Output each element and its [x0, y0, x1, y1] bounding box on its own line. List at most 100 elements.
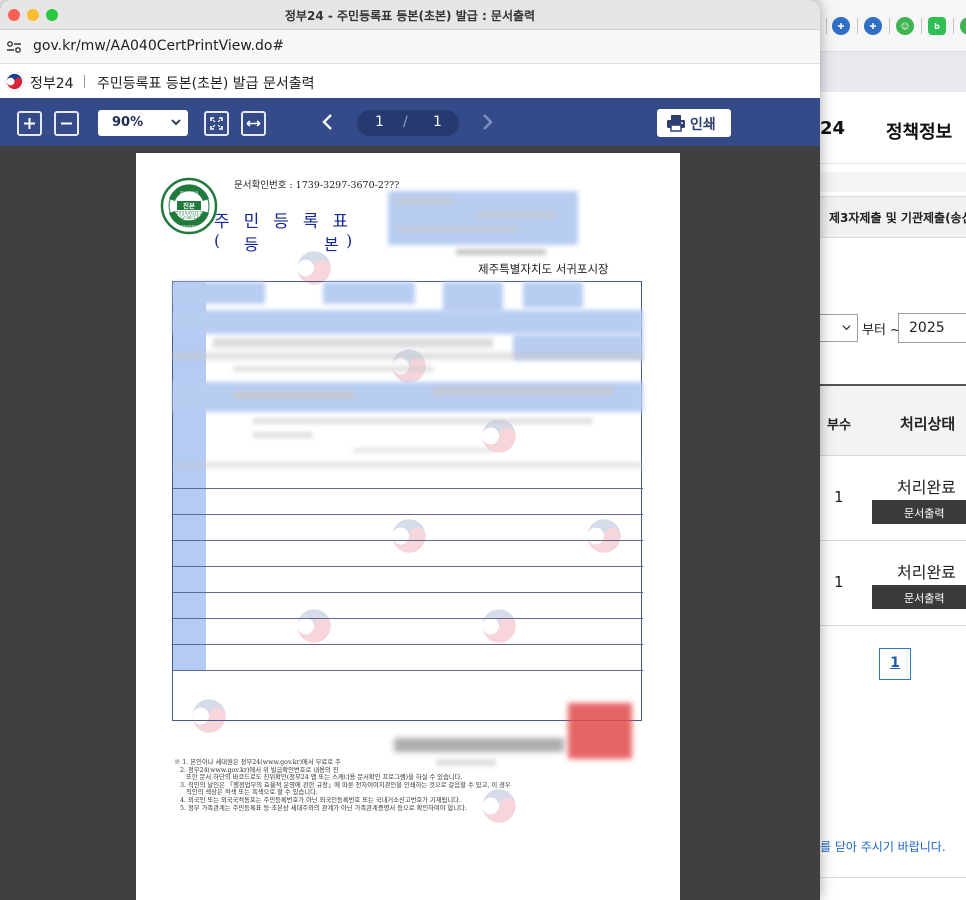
table-left-column	[173, 282, 206, 670]
previous-page-icon[interactable]	[321, 113, 335, 131]
extension-icon[interactable]: ☺	[896, 17, 914, 35]
redacted-area	[233, 366, 433, 372]
extension-icon[interactable]: ✚	[960, 17, 966, 35]
nav-item-policy[interactable]: 정책정보	[886, 118, 952, 144]
header-divider	[84, 75, 85, 88]
redacted-area	[443, 282, 503, 312]
print-document-button[interactable]: 문서출력	[872, 500, 966, 524]
redacted-area	[233, 392, 353, 398]
redacted-area	[456, 249, 546, 255]
redacted-area	[253, 432, 313, 438]
fit-page-button[interactable]	[204, 111, 229, 136]
redacted-area	[398, 227, 518, 231]
window-titlebar[interactable]: 정부24 - 주민등록표 등본(초본) 발급 : 문서출력	[0, 0, 820, 30]
site-name[interactable]: 정부24	[30, 73, 74, 93]
table-rule	[173, 644, 643, 645]
extension-icon[interactable]: ✚	[832, 17, 850, 35]
row-status: 처리완료	[897, 478, 956, 497]
document-confirmation-number: 문서확인번호 : 1739-3297-3670-2???	[234, 180, 400, 191]
table-rule	[173, 566, 643, 567]
redacted-area	[353, 448, 493, 453]
blog-extension-icon[interactable]: b	[928, 17, 946, 35]
background-nav: 24 정책정보	[820, 92, 966, 164]
date-from-select[interactable]	[820, 314, 858, 342]
toolbar-separator	[921, 18, 922, 34]
column-header-status: 처리상태	[900, 415, 956, 433]
print-document-button[interactable]: 문서출력	[872, 585, 966, 609]
zoom-in-button[interactable]	[17, 111, 42, 136]
print-label: 인쇄	[690, 117, 716, 133]
row-status: 처리완료	[897, 563, 956, 582]
registration-table	[172, 281, 643, 721]
page-heading: 주민등록표 등본(초본) 발급 문서출력	[97, 76, 315, 92]
total-page-count: 1	[433, 114, 442, 130]
redacted-area	[173, 352, 643, 360]
table-rule	[173, 514, 643, 515]
minus-icon	[61, 122, 72, 125]
redacted-area	[394, 199, 454, 203]
redacted-area	[213, 338, 493, 348]
site-header: 정부24 주민등록표 등본(초본) 발급 문서출력	[0, 64, 820, 98]
document-issuer: 제주특별자치도 서귀포시장	[478, 262, 609, 276]
notice-text: 를 닫아 주시기 바랍니다.	[820, 840, 946, 854]
official-seal-icon	[568, 703, 632, 759]
table-header: 부수 처리상태	[820, 384, 966, 456]
nav-item-partial[interactable]: 24	[820, 118, 845, 139]
toolbar-separator	[857, 18, 858, 34]
url-text[interactable]: gov.kr/mw/AA040CertPrintView.do#	[33, 38, 284, 54]
zoom-out-button[interactable]	[54, 111, 79, 136]
window-title: 정부24 - 주민등록표 등본(초본) 발급 : 문서출력	[284, 9, 536, 23]
table-rule	[173, 540, 643, 541]
print-button[interactable]: 인쇄	[657, 109, 731, 137]
subtitle-char: (	[214, 231, 221, 250]
svg-text:행정안전부: 행정안전부	[178, 224, 199, 231]
redacted-area	[173, 462, 643, 468]
subtitle-char: 본	[324, 235, 339, 254]
row-copies: 1	[834, 573, 844, 591]
background-extension-toolbar: ✚ ✚ ☺ b ✚	[820, 0, 966, 52]
background-band	[820, 172, 966, 192]
government-logo-icon	[4, 71, 25, 92]
page-indicator[interactable]: 1 / 1	[357, 110, 459, 136]
table-rule	[173, 618, 643, 619]
print-popup-window: 정부24 - 주민등록표 등본(초본) 발급 : 문서출력 gov.kr/mw/…	[0, 0, 820, 900]
document-title: 주민등록표	[214, 212, 363, 232]
tab-third-party-submission[interactable]: 제3자제출 및 기관제출(송신)	[820, 196, 966, 238]
redacted-area	[173, 310, 643, 334]
printer-icon	[667, 115, 685, 132]
table-row: 1 처리완료 문서출력	[820, 541, 966, 626]
background-strip	[820, 52, 966, 92]
chevron-down-icon	[171, 119, 181, 126]
divider	[820, 877, 966, 878]
toolbar-separator	[889, 18, 890, 34]
subtitle-char: 등	[244, 235, 259, 254]
redacted-area	[173, 282, 265, 304]
extension-icon[interactable]: ✚	[864, 17, 882, 35]
current-page-number[interactable]: 1	[375, 114, 384, 130]
next-page-icon[interactable]	[480, 113, 494, 131]
fit-page-icon	[210, 117, 223, 130]
year-select[interactable]: 2025	[898, 313, 966, 343]
redacted-area	[523, 282, 583, 308]
chevron-down-icon	[842, 325, 851, 331]
table-rule	[173, 592, 643, 593]
table-rule	[173, 670, 643, 671]
redacted-area	[476, 213, 556, 217]
pagination-page-1[interactable]: 1	[879, 648, 911, 680]
document-notes: ※ 1. 본인이나 세대원은 정부24(www.gov.kr)에서 무료로 주 …	[174, 759, 511, 812]
subtitle-char: )	[346, 231, 353, 250]
plus-icon	[24, 118, 35, 129]
authenticity-stamp-icon: 진본확인 진본 2025/02/12 12:08:57 KST 행정안전부	[160, 177, 218, 235]
table-row: 1 처리완료 문서출력	[820, 456, 966, 541]
fit-width-button[interactable]	[241, 111, 266, 136]
background-content: 24 정책정보 제3자제출 및 기관제출(송신) 부터 ~ 2025 부수 처리…	[820, 92, 966, 900]
svg-text:진본확인: 진본확인	[179, 190, 198, 198]
date-range-label: 부터 ~	[862, 323, 901, 338]
redacted-area	[253, 418, 593, 424]
redacted-area	[323, 282, 415, 304]
table-rule	[173, 488, 643, 489]
address-bar[interactable]: gov.kr/mw/AA040CertPrintView.do#	[0, 30, 820, 64]
toolbar-separator	[826, 18, 827, 34]
redacted-area	[436, 759, 496, 766]
site-settings-icon[interactable]	[6, 39, 22, 55]
